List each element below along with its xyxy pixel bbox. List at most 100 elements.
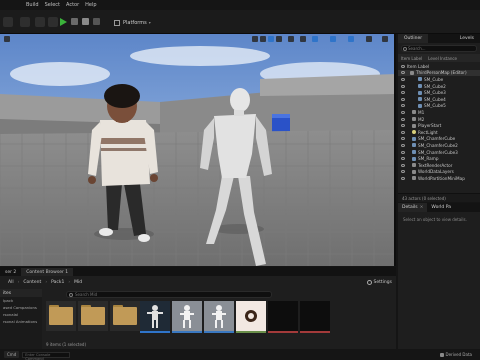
eye-icon[interactable] <box>401 176 405 180</box>
tab-details[interactable]: Details × <box>398 203 428 212</box>
tree-row-minimap[interactable]: WorldPartitionMiniMap <box>398 175 480 182</box>
asset-tile[interactable] <box>236 301 266 333</box>
tree-row-sm-cube4[interactable]: SM_Cube4 <box>398 96 480 103</box>
blueprint-icon[interactable] <box>48 17 58 27</box>
save-icon[interactable] <box>3 17 13 27</box>
tree-row-m1[interactable]: M1 <box>398 109 480 116</box>
tree-row-sm-cube3[interactable]: SM_Cube3 <box>398 89 480 96</box>
more-options-icon[interactable] <box>93 18 100 25</box>
asset-tile[interactable] <box>204 301 234 333</box>
asset-tile[interactable] <box>300 301 330 333</box>
folder-tile[interactable] <box>46 301 76 331</box>
breadcrumb-all[interactable]: All <box>8 280 14 285</box>
tree-row-chamfercube3[interactable]: SM_ChamferCube3 <box>398 149 480 156</box>
tree-row-sm-cube5[interactable]: SM_Cube5 <box>398 103 480 110</box>
outliner-search-input[interactable]: Search... <box>401 45 477 52</box>
folder-tile[interactable] <box>78 301 108 331</box>
content-browser-toolbar: All › Content › Pack1 › Mid Settings <box>0 276 396 289</box>
eye-icon[interactable] <box>401 137 405 141</box>
mode-icon[interactable] <box>20 17 30 27</box>
col-item-label[interactable]: Item Label <box>398 56 425 61</box>
breadcrumb-pack1[interactable]: Pack1 <box>51 280 64 285</box>
eye-icon[interactable] <box>401 157 405 161</box>
grid-icon <box>114 19 120 26</box>
eye-icon[interactable] <box>401 170 405 174</box>
sidebar-item[interactable]: Ipack <box>0 297 42 304</box>
eye-icon[interactable] <box>401 71 405 75</box>
content-search-input[interactable]: Search Mid <box>66 291 272 298</box>
camera-speed-icon[interactable] <box>366 36 372 42</box>
eye-icon[interactable] <box>401 91 405 95</box>
tree-row-sm-cube[interactable]: SM_Cube <box>398 76 480 83</box>
folder-icon <box>110 301 140 331</box>
tree-row-rectlight[interactable]: RectLight <box>398 129 480 136</box>
eye-icon[interactable] <box>401 117 405 121</box>
eye-icon[interactable] <box>401 150 405 154</box>
eye-icon[interactable] <box>401 130 405 134</box>
menu-help[interactable]: Help <box>85 2 96 8</box>
tab-browser-2[interactable]: ser 2 <box>0 268 21 276</box>
tree-row-worlddatalayers[interactable]: WorldDataLayers <box>398 169 480 176</box>
sidebar-item[interactable]: rsonal Animations <box>0 318 42 325</box>
derived-data-button[interactable]: Derived Data <box>439 352 472 357</box>
maximize-icon[interactable] <box>382 36 388 42</box>
tab-content-browser-1[interactable]: Content Browser 1 <box>21 268 74 276</box>
menu-build[interactable]: Build <box>26 2 39 8</box>
platforms-button[interactable]: Platforms ▾ <box>114 18 151 27</box>
static-mesh-icon <box>418 103 422 108</box>
eye-icon[interactable] <box>401 110 405 114</box>
tab-levels[interactable]: Levels <box>454 34 480 43</box>
tab-outliner[interactable]: Outliner <box>398 34 429 43</box>
tree-row-playerstart[interactable]: PlayerStart <box>398 122 480 129</box>
sidebar-item[interactable]: ased Companions <box>0 304 42 311</box>
tree-row-chamfercube2[interactable]: SM_ChamferCube2 <box>398 142 480 149</box>
tree-row-chamfercube[interactable]: SM_ChamferCube <box>398 136 480 143</box>
console-command-input[interactable]: Enter Console Command <box>22 351 71 360</box>
rotate-icon[interactable] <box>268 36 274 42</box>
tree-row-map[interactable]: ThirdPersonMap (Editor) <box>398 69 480 77</box>
folder-tile[interactable] <box>110 301 140 331</box>
skip-icon[interactable] <box>71 18 78 25</box>
viewport-scene <box>0 34 394 266</box>
breadcrumb-mid[interactable]: Mid <box>74 280 82 285</box>
rotation-snap-icon[interactable] <box>330 36 336 42</box>
eye-icon[interactable] <box>401 124 405 128</box>
asset-tile[interactable] <box>268 301 298 333</box>
tab-world-partition[interactable]: World Pa <box>427 203 455 212</box>
eye-icon[interactable] <box>401 104 405 108</box>
grid-snap-icon[interactable] <box>312 36 318 42</box>
add-actor-icon[interactable] <box>35 17 45 27</box>
sidebar-header[interactable]: ites <box>0 289 42 297</box>
viewport-menu-icon[interactable] <box>4 36 10 42</box>
surface-snap-icon[interactable] <box>300 36 306 42</box>
settings-button[interactable]: Settings <box>366 280 392 285</box>
eye-icon[interactable] <box>401 77 405 81</box>
eye-icon[interactable] <box>401 64 405 68</box>
level-viewport[interactable] <box>0 34 396 266</box>
sidebar-item[interactable]: rsonalal <box>0 311 42 318</box>
eye-icon[interactable] <box>401 143 405 147</box>
eye-icon[interactable] <box>401 163 405 167</box>
menu-actor[interactable]: Actor <box>66 2 79 8</box>
world-local-icon[interactable] <box>288 36 294 42</box>
col-type[interactable]: Level Instance <box>425 56 460 61</box>
eye-icon[interactable] <box>401 97 405 101</box>
cmd-button[interactable]: Cmd <box>4 351 20 358</box>
select-mode-icon[interactable] <box>252 36 258 42</box>
breadcrumb-content[interactable]: Content <box>23 280 41 285</box>
close-icon[interactable]: × <box>420 205 424 210</box>
tree-row-m2[interactable]: M2 <box>398 116 480 123</box>
tree-row-sm-cube2[interactable]: SM_Cube2 <box>398 83 480 90</box>
stop-icon[interactable] <box>82 18 89 25</box>
asset-tile[interactable] <box>172 301 202 333</box>
asset-tile-selected[interactable] <box>140 301 170 333</box>
menu-select[interactable]: Select <box>45 2 60 8</box>
tree-row-item-label[interactable]: Item Label <box>398 63 480 70</box>
scale-icon[interactable] <box>276 36 282 42</box>
tree-row-sm-ramp[interactable]: SM_Ramp <box>398 155 480 162</box>
play-icon[interactable] <box>60 18 67 26</box>
eye-icon[interactable] <box>401 84 405 88</box>
translate-icon[interactable] <box>260 36 266 42</box>
scale-snap-icon[interactable] <box>348 36 354 42</box>
tree-row-textrender[interactable]: TextRenderActor <box>398 162 480 169</box>
